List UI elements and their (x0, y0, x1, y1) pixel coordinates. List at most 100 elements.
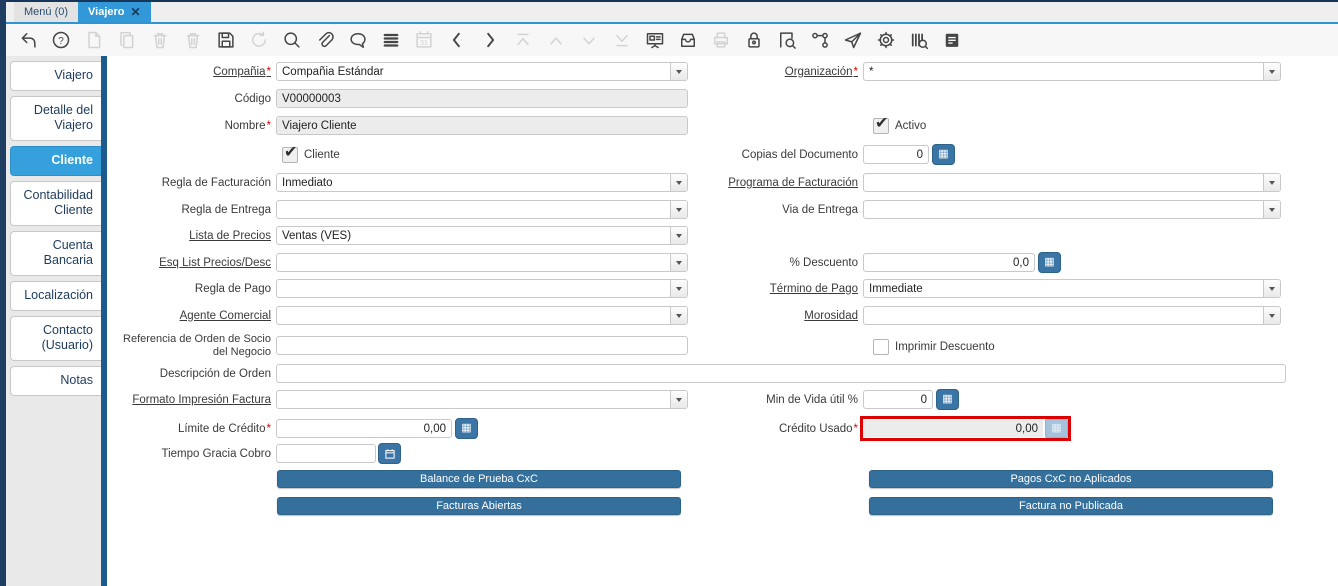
parent-record-icon[interactable] (447, 30, 467, 50)
sidebar-tab-cliente[interactable]: Cliente (10, 145, 101, 176)
chevron-down-icon[interactable] (670, 391, 687, 408)
sidebar-tab-localizacion[interactable]: Localización (10, 281, 101, 311)
morosidad-select[interactable] (863, 306, 1281, 325)
imprimir-descuento-checkbox[interactable] (873, 338, 889, 355)
regla-entrega-value[interactable] (277, 201, 670, 218)
agente-comercial-select[interactable] (276, 306, 688, 325)
referencia-orden-input[interactable] (276, 336, 688, 355)
lista-precios-label[interactable]: Lista de Precios (111, 230, 271, 242)
tab-menu[interactable]: Menú (0) (14, 2, 79, 22)
codigo-input[interactable] (276, 89, 688, 108)
chevron-down-icon[interactable] (1263, 201, 1280, 218)
chevron-down-icon[interactable] (670, 307, 687, 324)
chevron-down-icon[interactable] (1263, 174, 1280, 191)
tab-viajero[interactable]: Viajero ✕ (78, 2, 151, 22)
chevron-down-icon[interactable] (670, 254, 687, 271)
archive-icon[interactable] (678, 30, 698, 50)
factura-no-publicada-button[interactable]: Factura no Publicada (869, 497, 1273, 515)
product-info-icon[interactable] (909, 30, 929, 50)
calculator-button[interactable]: ▦ (455, 418, 478, 439)
agente-comercial-value[interactable] (277, 307, 670, 324)
chevron-down-icon[interactable] (1263, 280, 1280, 297)
programa-facturacion-select[interactable] (863, 173, 1281, 192)
sidebar-tab-notas[interactable]: Notas (10, 365, 101, 396)
regla-entrega-select[interactable] (276, 200, 688, 219)
formato-impresion-label[interactable]: Formato Impresión Factura (111, 394, 271, 406)
esq-list-precios-select[interactable] (276, 253, 688, 272)
sidebar-tab-contabilidad-cliente[interactable]: Contabilidad Cliente (10, 180, 101, 226)
termino-pago-select[interactable] (863, 279, 1281, 298)
sidebar-tab-detalle-del-viajero[interactable]: Detalle del Viajero (10, 95, 101, 141)
regla-pago-value[interactable] (277, 280, 670, 297)
chevron-down-icon[interactable] (1263, 307, 1280, 324)
activo-checkbox[interactable] (873, 113, 889, 134)
find-icon[interactable] (282, 30, 302, 50)
formato-impresion-select[interactable] (276, 390, 688, 409)
descripcion-orden-input[interactable] (276, 364, 1286, 383)
calculator-button[interactable]: ▦ (936, 389, 959, 410)
lista-precios-value[interactable] (277, 227, 670, 244)
compania-value[interactable] (277, 63, 670, 80)
formato-impresion-value[interactable] (277, 391, 670, 408)
programa-facturacion-label[interactable]: Programa de Facturación (701, 177, 858, 189)
descuento-input[interactable] (863, 253, 1035, 272)
facturas-abiertas-button[interactable]: Facturas Abiertas (277, 497, 681, 515)
grid-toggle-icon[interactable] (381, 30, 401, 50)
detail-record-icon[interactable] (480, 30, 500, 50)
credito-usado-input[interactable] (863, 420, 1043, 437)
nombre-input[interactable] (276, 116, 688, 135)
programa-facturacion-value[interactable] (864, 174, 1263, 191)
calculator-button[interactable]: ▦ (1038, 252, 1061, 273)
termino-pago-label[interactable]: Término de Pago (701, 283, 858, 295)
close-icon[interactable]: ✕ (131, 6, 141, 18)
preferences-icon[interactable] (876, 30, 896, 50)
chevron-down-icon[interactable] (670, 280, 687, 297)
sidebar-tab-viajero[interactable]: Viajero (10, 61, 101, 91)
lista-precios-select[interactable] (276, 226, 688, 245)
esq-list-precios-value[interactable] (277, 254, 670, 271)
report-icon[interactable] (645, 30, 665, 50)
chevron-down-icon[interactable] (1263, 63, 1280, 80)
organizacion-label[interactable]: Organización (701, 66, 858, 78)
chevron-down-icon[interactable] (670, 201, 687, 218)
termino-pago-value[interactable] (864, 280, 1263, 297)
zoom-across-icon[interactable] (777, 30, 797, 50)
calendar-button[interactable] (378, 443, 401, 464)
workflow-icon[interactable] (810, 30, 830, 50)
compania-select[interactable] (276, 62, 688, 81)
chevron-down-icon[interactable] (670, 63, 687, 80)
chat-icon[interactable] (348, 30, 368, 50)
undo-icon[interactable] (18, 30, 38, 50)
sidebar-tab-cuenta-bancaria[interactable]: Cuenta Bancaria (10, 230, 101, 276)
tiempo-gracia-input[interactable] (276, 444, 376, 463)
via-entrega-select[interactable] (863, 200, 1281, 219)
chevron-down-icon[interactable] (670, 227, 687, 244)
help-icon[interactable]: ? (51, 30, 71, 50)
regla-pago-select[interactable] (276, 279, 688, 298)
calculator-button[interactable]: ▦ (932, 144, 955, 165)
report-document-icon[interactable] (942, 30, 962, 50)
row-regla-facturacion: Regla de Facturación Programa de Factura… (107, 172, 1338, 193)
regla-facturacion-value[interactable] (277, 174, 670, 191)
lock-icon[interactable] (744, 30, 764, 50)
sidebar-tab-contacto-usuario[interactable]: Contacto (Usuario) (10, 315, 101, 361)
limite-credito-input[interactable] (276, 419, 452, 438)
compania-label[interactable]: Compañia (111, 66, 271, 78)
via-entrega-value[interactable] (864, 201, 1263, 218)
agente-comercial-label[interactable]: Agente Comercial (111, 310, 271, 322)
min-vida-util-input[interactable] (863, 390, 933, 409)
esq-list-precios-label[interactable]: Esq List Precios/Desc (111, 257, 271, 269)
morosidad-value[interactable] (864, 307, 1263, 324)
pagos-cxc-no-aplicados-button[interactable]: Pagos CxC no Aplicados (869, 470, 1273, 488)
cliente-checkbox[interactable] (282, 142, 298, 163)
copias-documento-input[interactable] (863, 145, 929, 164)
request-icon[interactable] (843, 30, 863, 50)
chevron-down-icon[interactable] (670, 174, 687, 191)
organizacion-select[interactable] (863, 62, 1281, 81)
regla-facturacion-select[interactable] (276, 173, 688, 192)
balance-prueba-cxc-button[interactable]: Balance de Prueba CxC (277, 470, 681, 488)
attachment-icon[interactable] (315, 30, 335, 50)
morosidad-label[interactable]: Morosidad (701, 310, 858, 322)
save-icon[interactable] (216, 30, 236, 50)
organizacion-value[interactable] (864, 63, 1263, 80)
